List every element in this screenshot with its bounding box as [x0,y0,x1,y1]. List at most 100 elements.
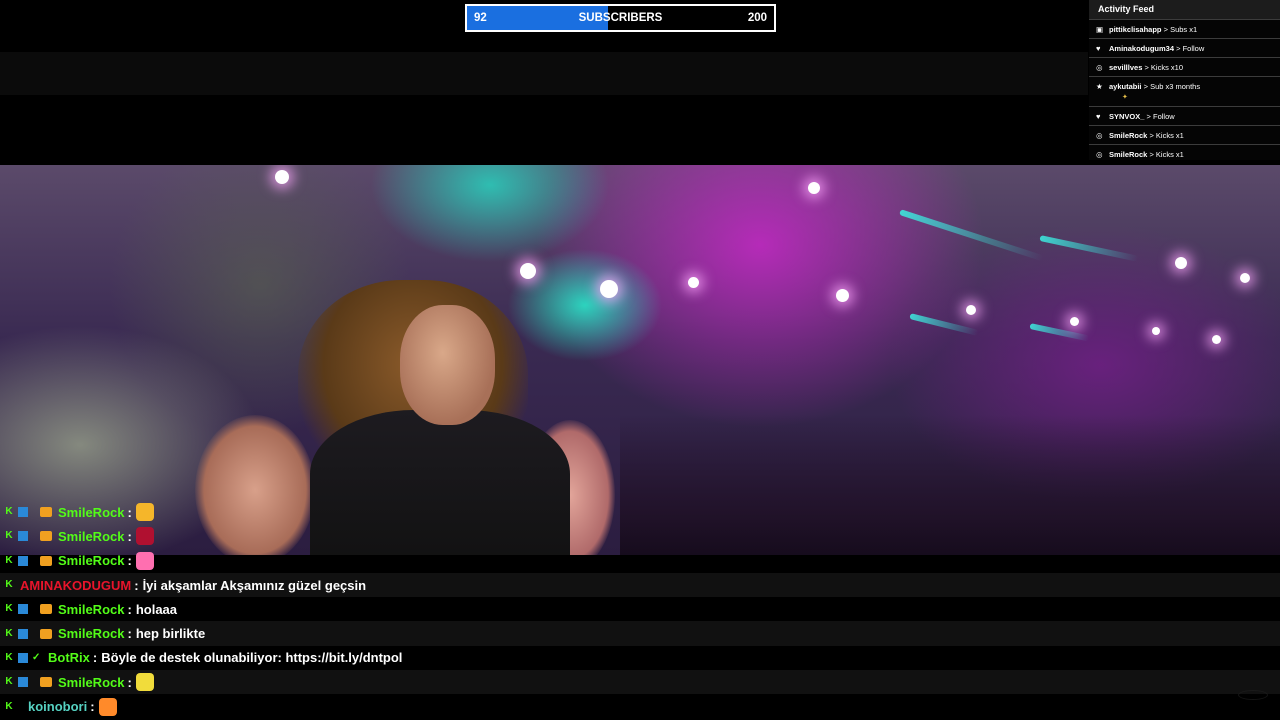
activity-feed-item: ♥ Aminakodugum34 > Follow [1089,38,1280,57]
activity-feed-action: > Kicks x1 [1147,131,1184,140]
activity-feed-user: SYNVOX_ [1109,112,1145,121]
star-icon: ★ [1096,82,1103,91]
activity-feed-title: Activity Feed [1089,0,1280,19]
kick-badge-icon: K [5,651,13,663]
stage-light [1212,335,1221,344]
kick-badge-icon: K [5,579,13,591]
chat-message: K SmileRock: [0,500,1280,524]
activity-feed-text: sevilllves > Kicks x10 [1109,63,1183,72]
activity-feed-item: ◎ SmileRock > Kicks x1 [1089,144,1280,160]
chat-message: Kkoinobori: [0,694,1280,719]
chat-username[interactable]: BotRix [48,650,90,665]
activity-feed-action: > Kicks x10 [1142,63,1184,72]
activity-feed-action: > Follow [1174,44,1205,53]
crown-badge-icon [40,628,52,639]
red-emote [135,527,154,546]
chat-separator: : [92,650,98,666]
chat-username[interactable]: SmileRock [58,529,124,544]
chat-username[interactable]: koinobori [28,699,87,714]
crown-badge-icon [40,531,52,542]
stage-light [1070,317,1079,326]
activity-feed-user: aykutabii [1109,82,1142,91]
crown-badge-icon [40,677,52,688]
dot-badge-icon [32,604,36,614]
kick-coin-icon: ◎ [1096,63,1103,72]
stream-video[interactable] [0,165,1280,555]
stage-light [1152,327,1160,335]
dot-badge-icon [32,629,36,639]
stage-light [520,263,536,279]
prime-badge-icon [18,628,28,639]
stage-light [808,182,820,194]
activity-feed-user: SmileRock [1109,131,1148,140]
activity-feed-user: pittikclisahapp [1109,25,1162,34]
stage-light [688,277,699,288]
dot-badge-icon [32,507,36,517]
prime-badge-icon [18,604,28,615]
activity-feed-action: > Subs x1 [1161,25,1198,34]
kick-badge-icon: K [5,506,13,518]
activity-feed-item: ◎ sevilllves > Kicks x10 [1089,57,1280,76]
pink-emote [135,551,154,570]
activity-feed-text: SmileRock > Kicks x1 [1109,150,1184,159]
kick-badge-icon: K [5,627,13,639]
yellow-emote [135,673,154,692]
chat-username[interactable]: SmileRock [58,553,124,568]
chat-username[interactable]: AMINAKODUGUM [20,578,131,593]
activity-feed: Activity Feed ▣ pittikclisahapp > Subs x1… [1089,0,1280,160]
activity-feed-item: ▣ pittikclisahapp > Subs x1 [1089,19,1280,38]
prime-badge-icon [18,677,28,688]
activity-feed-action: > Follow [1144,112,1175,121]
activity-feed-user: Aminakodugum34 [1109,44,1175,53]
activity-feed-text: SmileRock > Kicks x1 [1109,131,1184,140]
stage-light [600,280,618,298]
chat-separator: : [127,626,132,642]
activity-feed-action: > Kicks x1 [1147,150,1184,159]
subscriber-goal-bar: 92 SUBSCRIBERS 200 [465,4,776,32]
orange-emote [98,697,117,716]
light-beam [899,209,1044,262]
chat-username[interactable]: SmileRock [58,675,124,690]
chat-separator: : [127,553,132,569]
kick-badge-icon: K [5,554,13,566]
chat-text: hep birlikte [135,626,206,642]
dot-badge-icon [32,677,36,687]
activity-feed-emote: ✦ [1122,94,1128,101]
chat-overlay: K SmileRock: K SmileRock: K SmileRock: K AMINAK… [0,500,1280,720]
prime-badge-icon [18,555,28,566]
activity-feed-item: ♥ SYNVOX_ > Follow [1089,106,1280,125]
crown-badge-icon [40,507,52,518]
chat-separator: : [90,699,95,715]
chat-message: K SmileRock: holaaa [0,597,1280,622]
heart-icon: ♥ [1096,112,1101,121]
top-overlay-band [0,52,1088,95]
chat-separator: : [127,504,132,520]
chat-username[interactable]: SmileRock [58,626,124,641]
stage-light [1175,257,1187,269]
kick-badge-icon: K [5,676,13,688]
kick-badge-icon: K [5,603,13,615]
light-beam [1039,235,1139,262]
activity-feed-item: ★ aykutabii > Sub x3 months ✦ [1089,76,1280,106]
stage-light [1240,273,1250,283]
light-beam [1029,323,1090,342]
chat-text: İyi akşamlar Akşamınız güzel geçsin [142,577,367,593]
crown-badge-icon [40,555,52,566]
chat-separator: : [127,601,132,617]
activity-feed-text: pittikclisahapp > Subs x1 [1109,25,1197,34]
activity-feed-item: ◎ SmileRock > Kicks x1 [1089,125,1280,144]
verified-badge-icon: ✓ [32,651,41,663]
stage-light [966,305,976,315]
chat-username[interactable]: SmileRock [58,505,124,520]
dot-badge-icon [32,556,36,566]
prime-badge-icon [18,531,28,542]
prime-badge-icon [18,652,28,663]
chat-username[interactable]: SmileRock [58,602,124,617]
chat-separator: : [134,577,139,593]
chat-message: K SmileRock: [0,549,1280,573]
goal-label: SUBSCRIBERS [578,12,663,24]
dot-badge-icon [32,531,36,541]
hand-emote [135,503,154,522]
light-beam [909,313,979,336]
chat-message: K AMINAKODUGUM: İyi akşamlar Akşamınız güz… [0,572,1280,598]
